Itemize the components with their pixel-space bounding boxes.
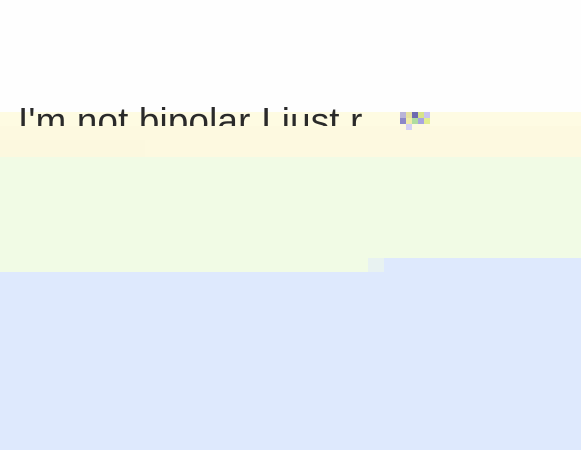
band-transition	[368, 258, 384, 272]
blue-color-band	[0, 258, 581, 450]
blank-header-area	[0, 0, 581, 112]
yellow-notch	[0, 140, 145, 157]
green-notch	[0, 258, 383, 272]
glitch-artifact	[400, 112, 430, 130]
green-band-extension	[383, 250, 581, 258]
